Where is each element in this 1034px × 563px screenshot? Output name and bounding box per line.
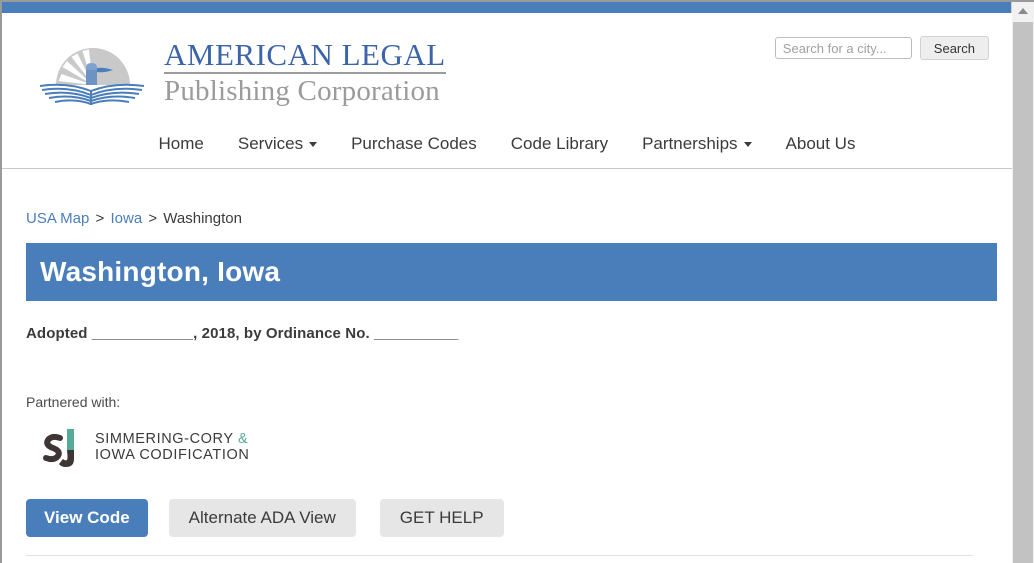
site-logo-wordmark: AMERICAN LEGAL Publishing Corporation xyxy=(164,39,446,106)
search-area: Search xyxy=(774,36,989,60)
breadcrumb-separator: > xyxy=(95,210,105,227)
scroll-up-arrow-icon xyxy=(1017,8,1028,14)
logo-line-1: AMERICAN LEGAL xyxy=(164,37,446,74)
main-navigation: Home Services Purchase Codes Code Librar… xyxy=(2,130,1012,158)
nav-item-code-library[interactable]: Code Library xyxy=(494,130,625,158)
partner-wordmark: SIMMERING-CORY & IOWA CODIFICATION xyxy=(95,431,249,463)
vertical-scrollbar[interactable] xyxy=(1011,2,1034,563)
partner-logo[interactable]: SIMMERING-CORY & IOWA CODIFICATION xyxy=(26,423,988,471)
page-title-banner: Washington, Iowa xyxy=(26,243,997,301)
nav-item-partnerships[interactable]: Partnerships xyxy=(625,130,768,158)
breadcrumb-current-washington: Washington xyxy=(163,210,242,227)
breadcrumb-link-usa-map[interactable]: USA Map xyxy=(26,210,89,227)
get-help-button[interactable]: GET HELP xyxy=(379,499,504,537)
alternate-ada-view-button[interactable]: Alternate ADA View xyxy=(168,499,356,537)
site-logo[interactable]: AMERICAN LEGAL Publishing Corporation xyxy=(34,39,446,106)
page-title: Washington, Iowa xyxy=(40,256,281,287)
partner-line-2: IOWA CODIFICATION xyxy=(95,447,250,463)
breadcrumb-separator: > xyxy=(148,210,158,227)
main-content: USA Map > Iowa > Washington Washington, … xyxy=(2,210,1012,537)
nav-item-services[interactable]: Services xyxy=(221,130,334,158)
simmering-cory-csj-logo-icon xyxy=(35,427,74,467)
sunrise-eagle-book-emblem xyxy=(39,47,145,105)
nav-label: Home xyxy=(158,134,204,153)
partner-line-1-text: SIMMERING-CORY xyxy=(95,430,239,447)
browser-window: AMERICAN LEGAL Publishing Corporation Se… xyxy=(0,0,1034,563)
nav-label: Purchase Codes xyxy=(351,134,477,153)
footer-divider xyxy=(26,555,973,556)
nav-label: Partnerships xyxy=(642,134,738,153)
adopted-text: Adopted ____________, 2018, by Ordinance… xyxy=(26,325,459,342)
chevron-down-icon xyxy=(309,141,318,147)
nav-item-purchase-codes[interactable]: Purchase Codes xyxy=(334,130,494,158)
breadcrumb: USA Map > Iowa > Washington xyxy=(26,210,988,227)
nav-item-about-us[interactable]: About Us xyxy=(769,130,873,158)
scrollbar-thumb[interactable] xyxy=(1013,22,1033,563)
partner-line-1: SIMMERING-CORY & xyxy=(95,431,249,447)
web-page: AMERICAN LEGAL Publishing Corporation Se… xyxy=(2,13,1012,563)
site-header: AMERICAN LEGAL Publishing Corporation Se… xyxy=(2,13,1012,169)
nav-label: Code Library xyxy=(510,134,609,153)
breadcrumb-link-iowa[interactable]: Iowa xyxy=(110,210,142,227)
nav-label: About Us xyxy=(785,134,856,153)
view-code-button[interactable]: View Code xyxy=(26,499,148,537)
logo-line-2: Publishing Corporation xyxy=(164,75,440,107)
nav-item-home[interactable]: Home xyxy=(142,130,221,158)
partnered-with-label: Partnered with: xyxy=(26,394,121,410)
ampersand-glyph: & xyxy=(238,430,249,447)
search-button[interactable]: Search xyxy=(919,36,989,60)
browser-top-bar xyxy=(2,2,1012,13)
scroll-up-button[interactable] xyxy=(1012,2,1033,20)
chevron-down-icon xyxy=(743,141,752,147)
search-input[interactable] xyxy=(774,37,912,59)
nav-label: Services xyxy=(237,134,304,153)
action-button-row: View Code Alternate ADA View GET HELP xyxy=(26,499,988,537)
